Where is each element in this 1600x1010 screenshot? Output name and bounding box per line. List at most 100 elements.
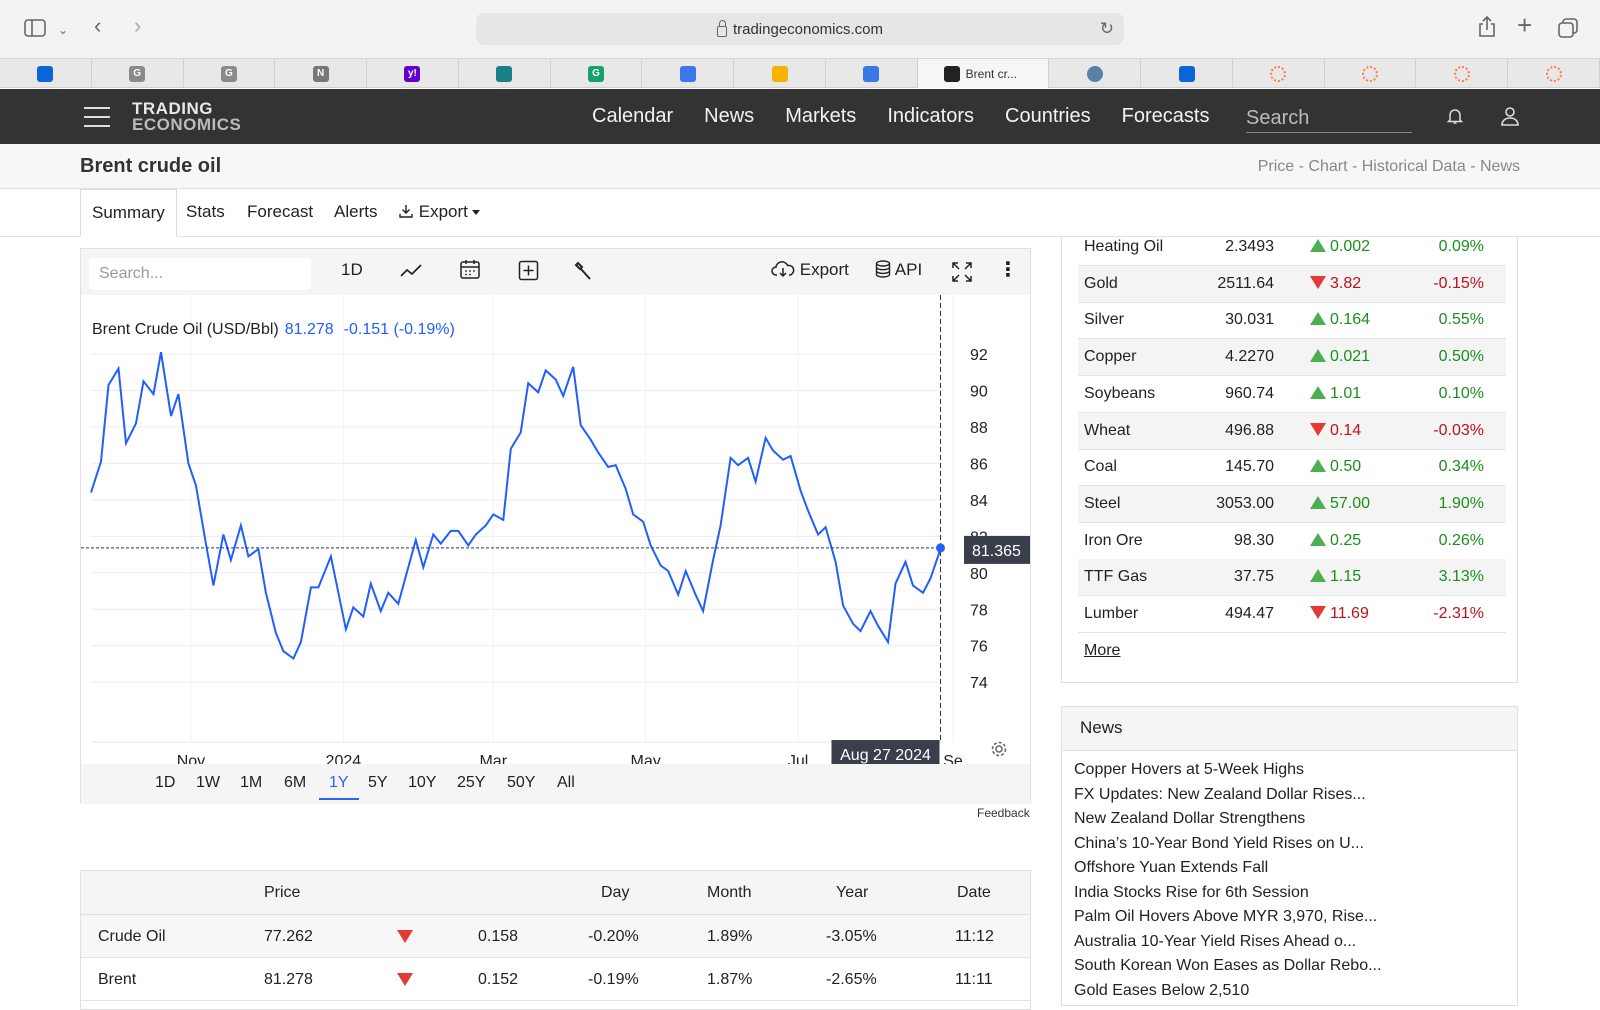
- back-button[interactable]: ‹: [94, 15, 101, 37]
- tab-export[interactable]: Export: [398, 189, 480, 237]
- range-50y[interactable]: 50Y: [507, 774, 535, 792]
- add-comparison-icon[interactable]: [518, 260, 539, 281]
- news-item[interactable]: FX Updates: New Zealand Dollar Rises...: [1074, 786, 1366, 804]
- commodity-name[interactable]: Heating Oil: [1084, 238, 1163, 256]
- commodity-row[interactable]: Steel 3053.00 57.00 1.90%: [1078, 485, 1506, 523]
- menu-icon[interactable]: [84, 107, 110, 134]
- news-item[interactable]: India Stocks Rise for 6th Session: [1074, 884, 1309, 902]
- news-item[interactable]: Palm Oil Hovers Above MYR 3,970, Rise...: [1074, 908, 1377, 926]
- browser-tab[interactable]: y!: [367, 59, 459, 88]
- commodity-row[interactable]: Wheat 496.88 0.14 -0.03%: [1078, 412, 1506, 450]
- user-icon[interactable]: [1500, 106, 1520, 126]
- site-search-input[interactable]: Search: [1246, 107, 1412, 133]
- range-1d[interactable]: 1D: [155, 774, 175, 792]
- chart-search-input[interactable]: Search...: [89, 258, 311, 290]
- range-6m[interactable]: 6M: [284, 774, 306, 792]
- news-item[interactable]: Gold Eases Below 2,510: [1074, 982, 1249, 1000]
- range-10y[interactable]: 10Y: [408, 774, 436, 792]
- commodity-row[interactable]: Lumber 494.47 11.69 -2.31%: [1078, 596, 1506, 633]
- commodity-row[interactable]: Copper 4.2270 0.021 0.50%: [1078, 339, 1506, 377]
- instrument-name[interactable]: Crude Oil: [98, 928, 166, 946]
- browser-tab[interactable]: G: [551, 59, 643, 88]
- chevron-down-icon[interactable]: ⌄: [58, 20, 68, 40]
- browser-tab[interactable]: [642, 59, 735, 88]
- wrench-icon[interactable]: [573, 261, 593, 283]
- tab-alerts[interactable]: Alerts: [334, 189, 377, 237]
- api-button[interactable]: API: [875, 260, 922, 280]
- nav-markets[interactable]: Markets: [785, 105, 856, 128]
- nav-news[interactable]: News: [704, 105, 754, 128]
- nav-countries[interactable]: Countries: [1005, 105, 1091, 128]
- commodity-name[interactable]: Iron Ore: [1084, 532, 1143, 550]
- tab-overview-icon[interactable]: [1558, 18, 1578, 38]
- browser-tab[interactable]: [734, 59, 826, 88]
- calendar-icon[interactable]: [459, 258, 481, 280]
- browser-tab[interactable]: [1233, 59, 1325, 88]
- price-chart[interactable]: 74767880828486889092 Nov2024MarMayJulSe …: [81, 295, 1030, 764]
- range-5y[interactable]: 5Y: [368, 774, 388, 792]
- nav-calendar[interactable]: Calendar: [592, 105, 673, 128]
- browser-tab[interactable]: [1049, 59, 1142, 88]
- new-tab-icon[interactable]: +: [1517, 12, 1532, 38]
- commodity-name[interactable]: Coal: [1084, 458, 1117, 476]
- browser-tab[interactable]: [459, 59, 551, 88]
- tab-forecast[interactable]: Forecast: [247, 189, 313, 237]
- tab-active[interactable]: Brent cr...: [917, 59, 1050, 88]
- news-item[interactable]: Offshore Yuan Extends Fall: [1074, 859, 1268, 877]
- range-25y[interactable]: 25Y: [457, 774, 485, 792]
- tab-stats[interactable]: Stats: [186, 189, 225, 237]
- more-options-icon[interactable]: ⋮: [998, 257, 1018, 282]
- browser-tab[interactable]: [1141, 59, 1233, 88]
- nav-indicators[interactable]: Indicators: [887, 105, 974, 128]
- commodity-name[interactable]: Wheat: [1084, 422, 1130, 440]
- chart-export-button[interactable]: Export: [771, 260, 849, 280]
- reload-icon[interactable]: ↻: [1100, 19, 1114, 39]
- browser-tab[interactable]: [1416, 59, 1509, 88]
- commodity-name[interactable]: Gold: [1084, 275, 1118, 293]
- browser-tab[interactable]: [1508, 59, 1600, 88]
- commodity-row[interactable]: Coal 145.70 0.50 0.34%: [1078, 449, 1506, 487]
- commodity-name[interactable]: Copper: [1084, 348, 1136, 366]
- gear-icon[interactable]: [991, 741, 1007, 757]
- browser-tab[interactable]: G: [184, 59, 276, 88]
- share-icon[interactable]: [1478, 16, 1496, 38]
- forward-button[interactable]: ›: [134, 15, 141, 37]
- bell-icon[interactable]: [1446, 107, 1464, 125]
- browser-tab[interactable]: [0, 59, 92, 88]
- feedback-link[interactable]: Feedback: [977, 806, 1030, 820]
- browser-tab[interactable]: G: [92, 59, 184, 88]
- fullscreen-icon[interactable]: [951, 261, 973, 283]
- commodity-name[interactable]: Silver: [1084, 311, 1124, 329]
- commodity-row[interactable]: Heating Oil 2.3493 0.002 0.09%: [1078, 229, 1506, 266]
- browser-tab[interactable]: N: [275, 59, 368, 88]
- news-item[interactable]: Copper Hovers at 5-Week Highs: [1074, 761, 1304, 779]
- commodity-name[interactable]: Steel: [1084, 495, 1120, 513]
- price-table-row[interactable]: Brent 81.278 0.152 -0.19% 1.87% -2.65% 11:11: [81, 958, 1030, 1001]
- commodity-row[interactable]: TTF Gas 37.75 1.15 3.13%: [1078, 559, 1506, 597]
- commodity-row[interactable]: Silver 30.031 0.164 0.55%: [1078, 302, 1506, 340]
- address-bar[interactable]: tradingeconomics.com ↻: [476, 13, 1124, 45]
- interval-button[interactable]: 1D: [341, 260, 363, 280]
- browser-tab[interactable]: [1325, 59, 1417, 88]
- range-all[interactable]: All: [557, 774, 575, 792]
- commodity-name[interactable]: Lumber: [1084, 605, 1138, 623]
- commodity-row[interactable]: Soybeans 960.74 1.01 0.10%: [1078, 376, 1506, 413]
- more-link[interactable]: More: [1084, 642, 1120, 660]
- instrument-name[interactable]: Brent: [98, 971, 136, 989]
- tab-summary[interactable]: Summary: [80, 189, 177, 237]
- browser-tab[interactable]: [826, 59, 918, 88]
- range-1w[interactable]: 1W: [196, 774, 220, 792]
- news-item[interactable]: Australia 10-Year Yield Rises Ahead o...: [1074, 933, 1356, 951]
- news-item[interactable]: New Zealand Dollar Strengthens: [1074, 810, 1305, 828]
- commodity-name[interactable]: Soybeans: [1084, 385, 1155, 403]
- line-chart-icon[interactable]: [399, 261, 423, 281]
- range-1m[interactable]: 1M: [240, 774, 262, 792]
- sidebar-toggle-icon[interactable]: [24, 19, 46, 37]
- breadcrumb[interactable]: Price - Chart - Historical Data - News: [1258, 158, 1520, 176]
- range-1y[interactable]: 1Y: [319, 774, 359, 800]
- commodity-name[interactable]: TTF Gas: [1084, 568, 1147, 586]
- commodity-row[interactable]: Iron Ore 98.30 0.25 0.26%: [1078, 523, 1506, 560]
- nav-forecasts[interactable]: Forecasts: [1122, 105, 1210, 128]
- commodity-row[interactable]: Gold 2511.64 3.82 -0.15%: [1078, 265, 1506, 303]
- site-logo[interactable]: TRADING ECONOMICS: [132, 100, 241, 133]
